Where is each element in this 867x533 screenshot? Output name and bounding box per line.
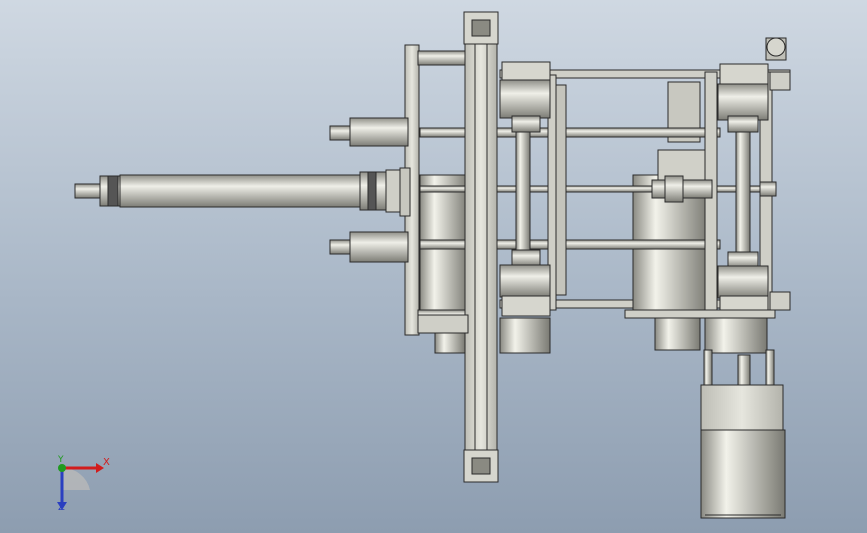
pulley-left-top: [499, 61, 551, 133]
long-actuator: [74, 169, 401, 213]
assembly-model[interactable]: [0, 0, 867, 533]
upper-cylinder: [329, 117, 409, 147]
y-axis-label: Y: [58, 455, 64, 465]
drive-motor: [700, 349, 786, 519]
lower-cylinder: [329, 231, 409, 263]
x-axis-label: X: [103, 457, 110, 468]
pulley-left-bottom: [499, 249, 551, 317]
side-plate: [399, 44, 420, 336]
motor-right-block: [499, 317, 768, 354]
aluminium-extrusion: [463, 11, 499, 483]
z-axis-label: Z: [58, 502, 65, 513]
cad-viewport[interactable]: X Y Z: [0, 0, 867, 533]
